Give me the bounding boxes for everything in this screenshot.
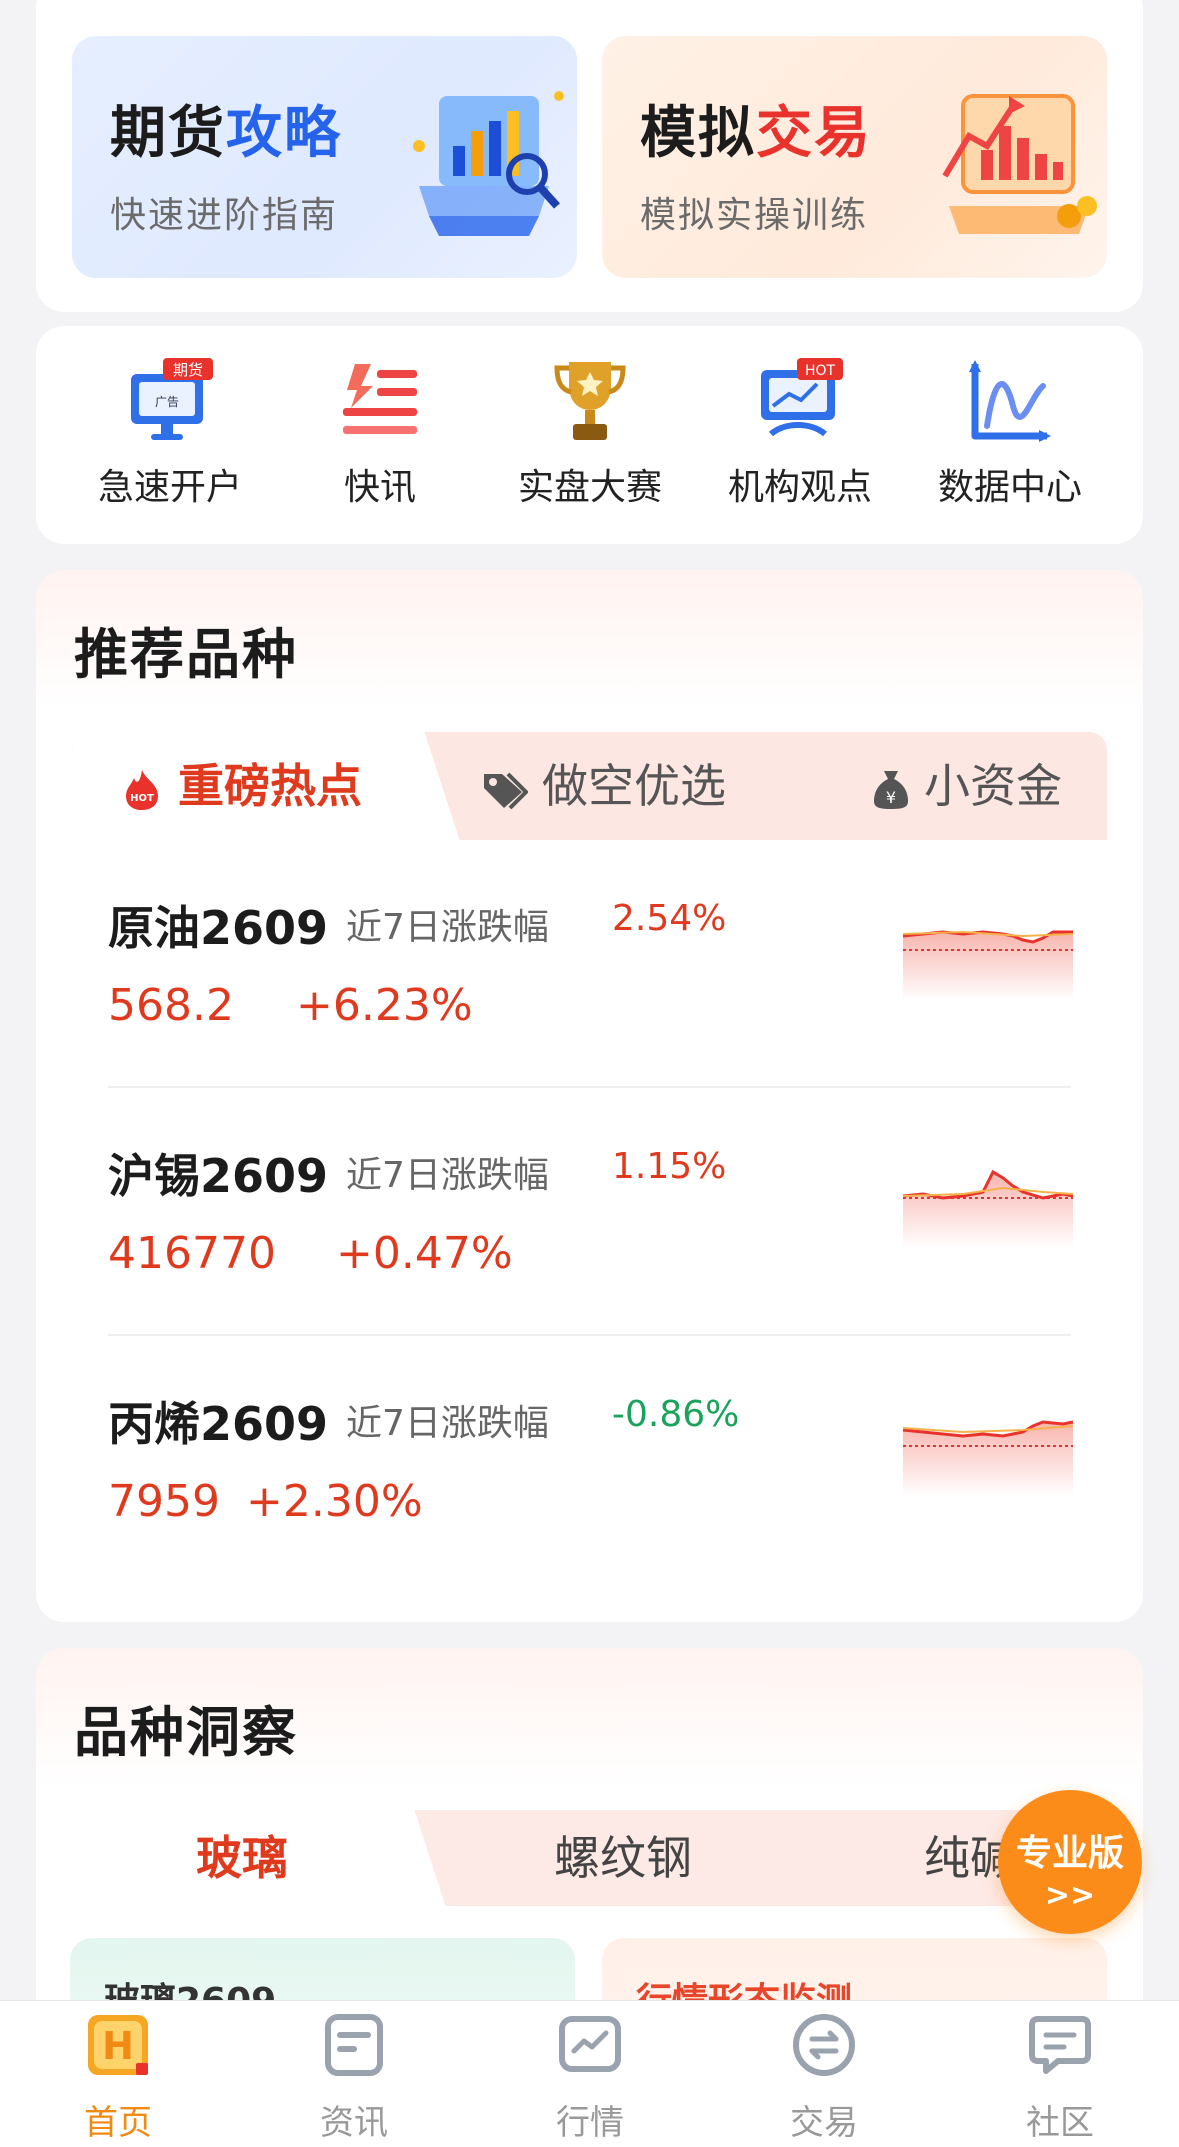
nav-label: 行情 — [556, 2103, 624, 2143]
daily-change: +2.30% — [246, 1476, 423, 1527]
trading-screen-illustration-icon — [942, 94, 1097, 234]
nav-label: 交易 — [790, 2103, 858, 2143]
quick-item-label: 实盘大赛 — [517, 467, 662, 508]
sparkline-chart — [903, 1169, 1073, 1248]
tab-short-picks[interactable]: 做空优选 — [482, 732, 726, 840]
chart-monitor-illustration-icon — [413, 91, 564, 236]
quick-item-label: 机构观点 — [727, 467, 872, 508]
product-name: 沪锡2609 — [108, 1149, 329, 1203]
tab-rebar[interactable]: 螺纹钢 — [554, 1810, 692, 1906]
tab-hot-topics[interactable]: HOT 重磅热点 — [120, 732, 362, 840]
product-name: 原油2609 — [108, 901, 329, 955]
home-icon: H — [88, 2015, 148, 2075]
money-bag-icon: ¥ — [874, 770, 908, 809]
pro-version-button[interactable]: 专业版 >> — [998, 1790, 1142, 1934]
trophy-icon — [554, 362, 626, 440]
futures-guide-banner[interactable]: 期货攻略 快速进阶指南 — [72, 36, 577, 278]
tab-small-capital[interactable]: ¥ 小资金 — [872, 732, 1062, 840]
quick-item-data-center[interactable]: 数据中心 — [910, 356, 1110, 510]
svg-text:¥: ¥ — [886, 788, 896, 807]
fire-hot-icon: HOT — [126, 769, 158, 810]
quick-item-flash-news[interactable]: 快讯 — [280, 356, 480, 510]
section-title: 推荐品种 — [74, 623, 298, 686]
svg-text:期货: 期货 — [173, 361, 203, 379]
news-icon — [325, 2014, 383, 2076]
product-name: 丙烯2609 — [108, 1397, 329, 1451]
simulated-trading-subtitle: 模拟实操训练 — [640, 195, 869, 236]
tag-icon — [484, 772, 528, 809]
quick-item-label: 急速开户 — [97, 467, 242, 508]
recommend-list: 原油2609 近7日涨跌幅 2.54% 568.2 +6.23% 沪锡2609 … — [72, 840, 1107, 1584]
period-label: 近7日涨跌幅 — [346, 1155, 549, 1196]
svg-text:广告: 广告 — [155, 395, 179, 409]
quick-item-live-contest[interactable]: 实盘大赛 — [490, 356, 690, 510]
quick-access-card: 期货 广告 急速开户 快讯 实盘大赛 HOT 机构观点 数据中心 — [36, 326, 1143, 544]
sparkline-chart — [903, 1420, 1073, 1496]
latest-price: 7959 — [108, 1476, 220, 1527]
nav-home[interactable]: H 首页 — [38, 2009, 198, 2144]
nav-label: 资讯 — [320, 2103, 388, 2143]
bottom-nav: H 首页 资讯 行情 交易 社区 — [0, 2000, 1179, 2147]
data-curve-icon — [969, 360, 1051, 442]
presentation-board-icon: HOT — [761, 358, 843, 437]
period-change: 1.15% — [612, 1146, 727, 1187]
sparkline-chart — [903, 930, 1073, 1000]
flash-news-icon — [343, 364, 417, 434]
nav-news[interactable]: 资讯 — [274, 2009, 434, 2144]
quick-item-institution-views[interactable]: HOT 机构观点 — [700, 356, 900, 510]
svg-text:HOT: HOT — [130, 793, 154, 804]
svg-text:HOT: HOT — [805, 363, 836, 379]
promo-card: 期货攻略 快速进阶指南 模拟交易 模拟实操训练 — [36, 0, 1143, 312]
quick-item-account-open[interactable]: 期货 广告 急速开户 — [70, 356, 270, 510]
insight-tabbar: 玻璃 螺纹钢 纯碱 — [72, 1810, 1107, 1906]
daily-change: +0.47% — [336, 1228, 513, 1279]
period-change: -0.86% — [612, 1394, 740, 1435]
nav-label: 首页 — [84, 2103, 152, 2143]
nav-label: 社区 — [1026, 2103, 1094, 2143]
futures-guide-title: 期货攻略 — [110, 101, 342, 166]
trade-exchange-icon — [793, 2014, 855, 2076]
computer-account-icon: 期货 广告 — [131, 358, 213, 440]
simulated-trading-title: 模拟交易 — [640, 101, 872, 166]
market-chart-icon — [559, 2016, 621, 2072]
tab-glass[interactable]: 玻璃 — [196, 1810, 288, 1906]
recommend-tabbar: HOT 重磅热点 做空优选 ¥ 小资金 — [72, 732, 1107, 840]
list-item[interactable]: 丙烯2609 近7日涨跌幅 -0.86% 7959 +2.30% — [72, 1336, 1107, 1584]
home-page: 期货攻略 快速进阶指南 模拟交易 模拟实操训练 期货 广告 急速开户 快讯 实盘… — [0, 0, 1179, 2147]
period-label: 近7日涨跌幅 — [346, 1403, 549, 1444]
futures-guide-subtitle: 快速进阶指南 — [110, 195, 339, 236]
list-item[interactable]: 原油2609 近7日涨跌幅 2.54% 568.2 +6.23% — [72, 840, 1107, 1088]
period-label: 近7日涨跌幅 — [346, 907, 549, 948]
nav-community[interactable]: 社区 — [980, 2009, 1140, 2144]
nav-trade[interactable]: 交易 — [744, 2009, 904, 2144]
nav-market[interactable]: 行情 — [510, 2009, 670, 2144]
section-title: 品种洞察 — [74, 1701, 298, 1764]
recommended-products-card: 推荐品种 HOT 重磅热点 做空优选 ¥ 小资金 原油2609 近7日涨跌幅 2… — [36, 570, 1143, 1622]
period-change: 2.54% — [612, 898, 727, 939]
community-chat-icon — [1029, 2016, 1091, 2074]
latest-price: 416770 — [108, 1228, 276, 1279]
simulated-trading-banner[interactable]: 模拟交易 模拟实操训练 — [602, 36, 1107, 278]
list-item[interactable]: 沪锡2609 近7日涨跌幅 1.15% 416770 +0.47% — [72, 1088, 1107, 1336]
quick-item-label: 数据中心 — [937, 467, 1082, 508]
latest-price: 568.2 — [108, 980, 234, 1031]
quick-item-label: 快讯 — [343, 467, 416, 508]
daily-change: +6.23% — [296, 980, 473, 1031]
svg-text:H: H — [102, 2024, 134, 2068]
